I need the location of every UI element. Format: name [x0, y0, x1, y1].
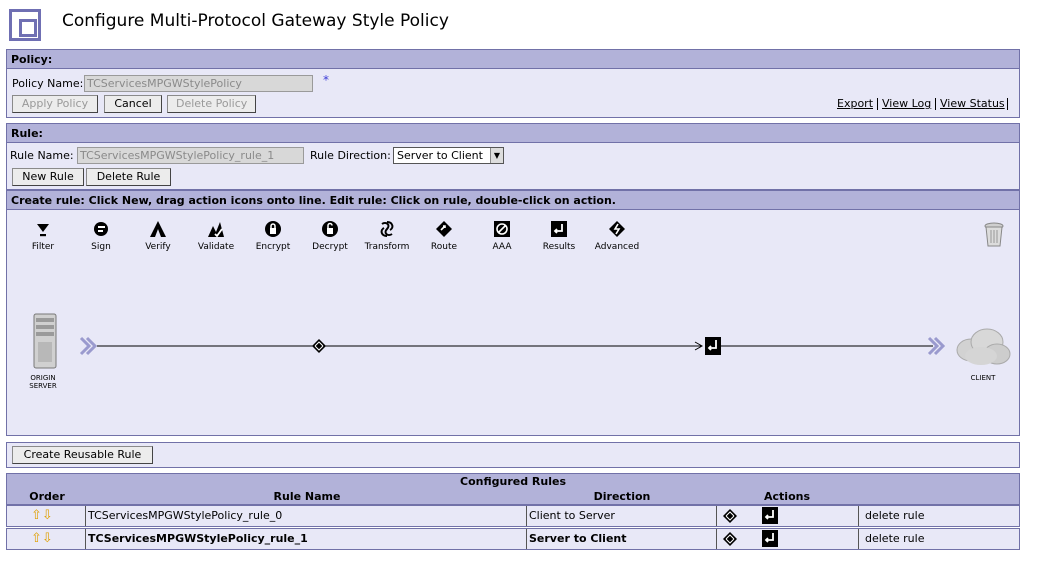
rule-direction-value: Server to Client — [397, 149, 483, 162]
reusable-rule-section: Create Reusable Rule — [6, 442, 1020, 468]
action-results-label: Results — [542, 242, 576, 252]
results-action-node-icon[interactable] — [705, 337, 721, 355]
policy-name-label: Policy Name: — [12, 77, 84, 90]
delete-rule-button[interactable]: Delete Rule — [86, 168, 171, 186]
results-icon[interactable] — [762, 507, 778, 524]
filter-icon — [37, 224, 49, 237]
origin-server-icon — [33, 313, 57, 369]
rule-editor-canvas: Filter Sign Verify Validate Encrypt Decr… — [6, 210, 1020, 436]
page-logo-icon — [9, 9, 41, 41]
rule-section: Rule Name: TCServicesMPGWStylePolicy_rul… — [6, 143, 1020, 190]
rule-name-label: Rule Name: — [10, 149, 74, 162]
route-icon[interactable] — [722, 531, 738, 547]
action-route[interactable]: Route — [416, 220, 472, 252]
action-route-label: Route — [430, 242, 458, 252]
cancel-button[interactable]: Cancel — [104, 95, 162, 113]
action-encrypt[interactable]: Encrypt — [245, 220, 301, 252]
validate-icon — [208, 222, 224, 238]
move-up-icon[interactable]: ⇧ — [31, 531, 42, 546]
direction-cell: Server to Client — [526, 529, 716, 549]
sign-icon — [94, 222, 108, 236]
view-status-link[interactable]: View Status — [940, 97, 1005, 110]
page-title: Configure Multi-Protocol Gateway Style P… — [62, 11, 449, 31]
move-up-icon[interactable]: ⇧ — [31, 508, 42, 523]
rule-name-cell[interactable]: TCServicesMPGWStylePolicy_rule_0 — [85, 506, 526, 526]
action-filter-label: Filter — [31, 242, 55, 252]
actions-cell — [716, 529, 858, 549]
link-divider — [935, 98, 936, 110]
client-cloud-icon — [956, 328, 1011, 365]
policy-name-field[interactable]: TCServicesMPGWStylePolicy — [84, 75, 313, 92]
view-log-link[interactable]: View Log — [882, 97, 931, 110]
policy-section-header: Policy: — [6, 49, 1020, 69]
delete-rule-link[interactable]: delete rule — [858, 506, 1019, 526]
action-aaa[interactable]: AAA — [474, 220, 530, 252]
rule-name-field[interactable]: TCServicesMPGWStylePolicy_rule_1 — [77, 147, 304, 164]
lock-icon — [265, 221, 281, 237]
rule-flow-line — [79, 336, 946, 356]
client-label: CLIENT — [970, 374, 996, 382]
rule-section-header: Rule: — [6, 123, 1020, 143]
rule-name-cell[interactable]: TCServicesMPGWStylePolicy_rule_1 — [85, 529, 526, 549]
rule-direction-label: Rule Direction: — [310, 149, 391, 162]
trash-icon[interactable] — [984, 222, 1004, 248]
route-icon[interactable] — [722, 508, 738, 524]
move-down-icon[interactable]: ⇩ — [42, 508, 53, 523]
origin-server-label: ORIGIN SERVER — [29, 374, 57, 390]
actions-cell — [716, 506, 858, 526]
rule-direction-select[interactable]: Server to Client ▼ — [393, 147, 504, 164]
action-decrypt[interactable]: Decrypt — [302, 220, 358, 252]
action-encrypt-label: Encrypt — [255, 242, 291, 252]
unlock-icon — [322, 221, 338, 237]
action-transform[interactable]: Transform — [359, 220, 415, 252]
chevron-down-icon: ▼ — [490, 148, 503, 163]
advanced-icon — [609, 221, 625, 237]
delete-rule-link[interactable]: delete rule — [858, 529, 1019, 549]
action-verify[interactable]: Verify — [130, 220, 186, 252]
order-arrows: ⇧⇩ — [7, 506, 85, 526]
link-divider — [877, 98, 878, 110]
required-marker: * — [323, 73, 329, 87]
delete-policy-button[interactable]: Delete Policy — [167, 95, 256, 113]
col-actions: Actions — [764, 490, 810, 503]
action-filter[interactable]: Filter — [15, 220, 71, 252]
col-rule-name: Rule Name — [273, 490, 341, 503]
action-sign-label: Sign — [91, 242, 111, 252]
table-row[interactable]: ⇧⇩ TCServicesMPGWStylePolicy_rule_1 Serv… — [6, 528, 1020, 550]
verify-icon — [150, 221, 166, 237]
route-action-node-icon[interactable] — [311, 338, 327, 354]
policy-section: Policy Name: TCServicesMPGWStylePolicy *… — [6, 69, 1020, 118]
order-arrows: ⇧⇩ — [7, 529, 85, 549]
action-sign[interactable]: Sign — [73, 220, 129, 252]
action-advanced-label: Advanced — [594, 242, 640, 252]
col-order: Order — [29, 490, 65, 503]
action-results[interactable]: Results — [531, 220, 587, 252]
transform-icon — [380, 221, 394, 237]
action-decrypt-label: Decrypt — [312, 242, 348, 252]
aaa-icon — [494, 221, 510, 237]
move-down-icon[interactable]: ⇩ — [42, 531, 53, 546]
action-validate-label: Validate — [197, 242, 235, 252]
results-icon[interactable] — [762, 530, 778, 547]
table-row[interactable]: ⇧⇩ TCServicesMPGWStylePolicy_rule_0 Clie… — [6, 505, 1020, 527]
new-rule-button[interactable]: New Rule — [12, 168, 84, 186]
action-verify-label: Verify — [145, 242, 171, 252]
col-direction: Direction — [593, 490, 651, 503]
route-icon — [436, 221, 452, 237]
link-divider — [1007, 98, 1008, 110]
apply-policy-button[interactable]: Apply Policy — [12, 95, 98, 113]
direction-cell: Client to Server — [526, 506, 716, 526]
editor-instructions: Create rule: Click New, drag action icon… — [6, 190, 1020, 210]
configured-rules-header: Order Rule Name Direction Actions — [6, 489, 1020, 505]
export-link[interactable]: Export — [837, 97, 873, 110]
action-validate[interactable]: Validate — [188, 220, 244, 252]
action-transform-label: Transform — [364, 242, 410, 252]
create-reusable-rule-button[interactable]: Create Reusable Rule — [12, 446, 153, 464]
action-aaa-label: AAA — [492, 242, 512, 252]
results-icon — [551, 221, 567, 237]
action-advanced[interactable]: Advanced — [589, 220, 645, 252]
